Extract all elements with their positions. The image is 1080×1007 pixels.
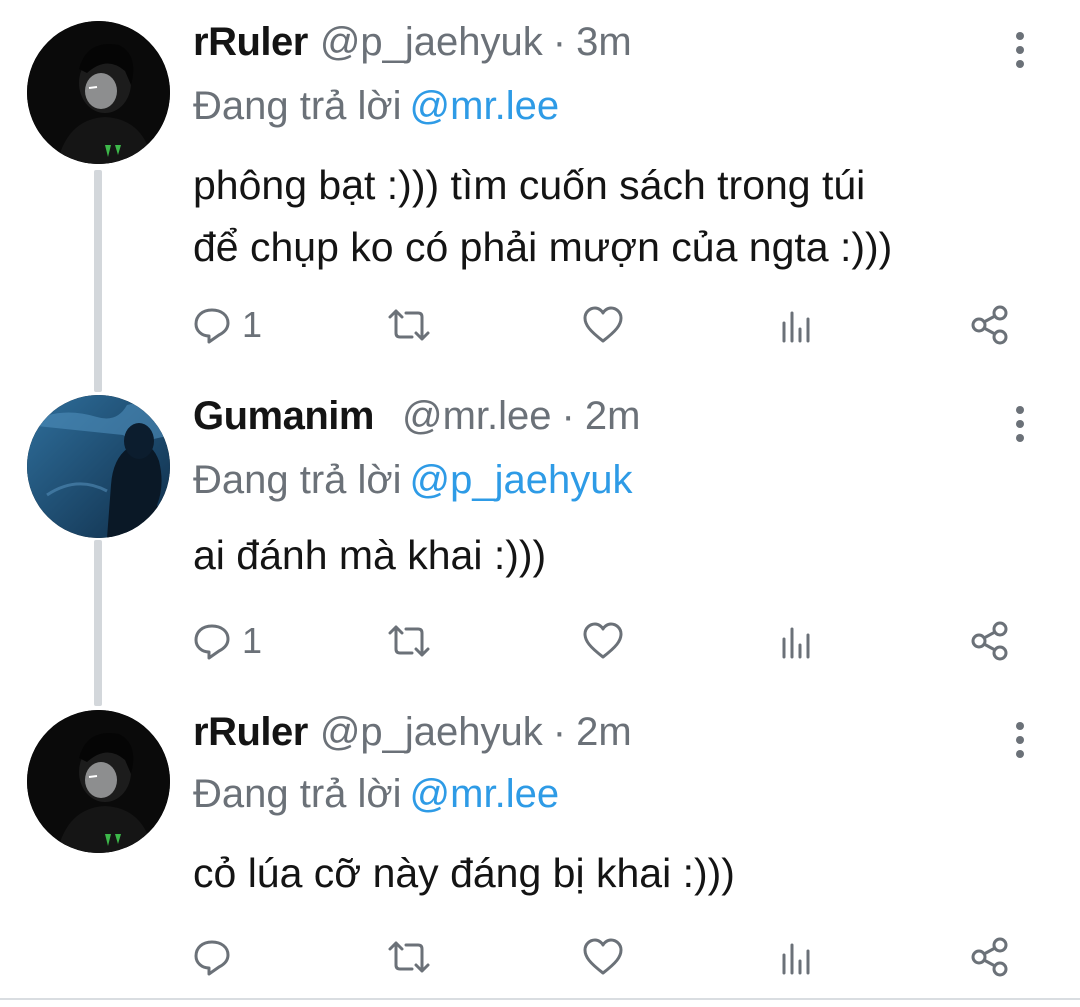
tweet-text: ai đánh mà khai :))) <box>193 524 1033 586</box>
reply-button[interactable]: 1 <box>192 302 262 348</box>
tweet[interactable]: rRuler @p_jaehyuk · 3m Đang trả lời @mr.l… <box>0 0 1080 392</box>
timestamp[interactable]: 3m <box>576 20 632 65</box>
heart-icon <box>583 938 623 975</box>
tweet-text: phông bạt :))) tìm cuốn sách trong túi đ… <box>193 154 1033 278</box>
reply-button[interactable] <box>192 934 242 980</box>
analytics-button[interactable] <box>778 934 816 980</box>
analytics-button[interactable] <box>778 302 816 348</box>
replying-to: Đang trả lời @mr.lee <box>193 772 559 817</box>
display-name[interactable]: Gumanim <box>193 394 374 439</box>
tweet-text-line: ai đánh mà khai :))) <box>193 532 547 578</box>
tweet[interactable]: Gumanim @mr.lee · 2m Đang trả lời @p_jaeh… <box>0 392 1080 706</box>
separator: · <box>552 710 567 754</box>
more-button[interactable] <box>1003 30 1037 70</box>
replying-prefix: Đang trả lời <box>193 84 402 128</box>
replying-prefix: Đang trả lời <box>193 458 402 502</box>
avatar[interactable] <box>27 21 170 164</box>
retweet-icon <box>388 625 430 657</box>
reply-count: 1 <box>242 620 263 661</box>
share-icon <box>971 621 1008 661</box>
analytics-icon <box>782 943 810 975</box>
action-bar: 1 <box>190 302 1040 348</box>
tweet-header: rRuler @p_jaehyuk · 2m <box>193 710 632 770</box>
reply-icon <box>194 940 230 976</box>
like-button[interactable] <box>582 618 624 664</box>
retweet-button[interactable] <box>386 934 432 980</box>
like-button[interactable] <box>582 302 624 348</box>
reply-count: 1 <box>242 304 263 345</box>
timestamp[interactable]: 2m <box>576 710 632 755</box>
more-vertical-icon <box>1016 406 1024 414</box>
action-bar <box>190 934 1040 980</box>
share-button[interactable] <box>970 302 1010 348</box>
reply-icon <box>194 308 230 344</box>
more-button[interactable] <box>1003 720 1037 760</box>
tweet-text-line: phông bạt :))) tìm cuốn sách trong túi <box>193 162 866 208</box>
reply-button[interactable]: 1 <box>192 618 262 664</box>
retweet-button[interactable] <box>386 618 432 664</box>
analytics-icon <box>782 311 810 343</box>
retweet-button[interactable] <box>386 302 432 348</box>
replying-mention[interactable]: @mr.lee <box>410 772 560 816</box>
analytics-icon <box>782 627 810 659</box>
share-icon <box>971 305 1008 345</box>
user-handle[interactable]: @p_jaehyuk <box>320 710 543 755</box>
user-handle[interactable]: @p_jaehyuk <box>320 20 543 65</box>
heart-icon <box>583 306 623 343</box>
share-button[interactable] <box>970 934 1010 980</box>
separator: · <box>552 20 567 64</box>
separator: · <box>561 394 575 438</box>
retweet-icon <box>388 309 430 341</box>
replying-mention[interactable]: @p_jaehyuk <box>410 458 633 502</box>
tweet[interactable]: rRuler @p_jaehyuk · 2m Đang trả lời @mr.l… <box>0 706 1080 998</box>
retweet-icon <box>388 941 430 973</box>
more-button[interactable] <box>1003 404 1037 444</box>
blue-silhouette-avatar <box>27 395 170 538</box>
more-vertical-icon <box>1016 32 1024 40</box>
tweet-text-line: cỏ lúa cỡ này đáng bị khai :))) <box>193 850 735 896</box>
display-name[interactable]: rRuler <box>193 20 308 65</box>
avatar[interactable] <box>27 395 170 538</box>
more-vertical-icon <box>1016 722 1024 730</box>
replying-to: Đang trả lời @p_jaehyuk <box>193 458 633 503</box>
divider <box>0 998 1080 1000</box>
replying-to: Đang trả lời @mr.lee <box>193 84 559 129</box>
share-button[interactable] <box>970 618 1010 664</box>
timestamp[interactable]: 2m <box>585 394 641 439</box>
tweet-header: Gumanim @mr.lee · 2m <box>193 394 640 454</box>
avatar[interactable] <box>27 710 170 853</box>
tweet-text: cỏ lúa cỡ này đáng bị khai :))) <box>193 842 1033 904</box>
dark-portrait-avatar <box>27 21 170 164</box>
like-button[interactable] <box>582 934 624 980</box>
analytics-button[interactable] <box>778 618 816 664</box>
reply-icon <box>194 624 230 660</box>
tweet-text-line: để chụp ko có phải mượn của ngta :))) <box>193 224 893 270</box>
dark-portrait-avatar <box>27 710 170 853</box>
share-icon <box>971 937 1008 977</box>
tweet-header: rRuler @p_jaehyuk · 3m <box>193 20 632 80</box>
action-bar: 1 <box>190 618 1040 664</box>
replying-prefix: Đang trả lời <box>193 772 402 816</box>
heart-icon <box>583 622 623 659</box>
display-name[interactable]: rRuler <box>193 710 308 755</box>
user-handle[interactable]: @mr.lee <box>402 394 552 439</box>
replying-mention[interactable]: @mr.lee <box>410 84 560 128</box>
